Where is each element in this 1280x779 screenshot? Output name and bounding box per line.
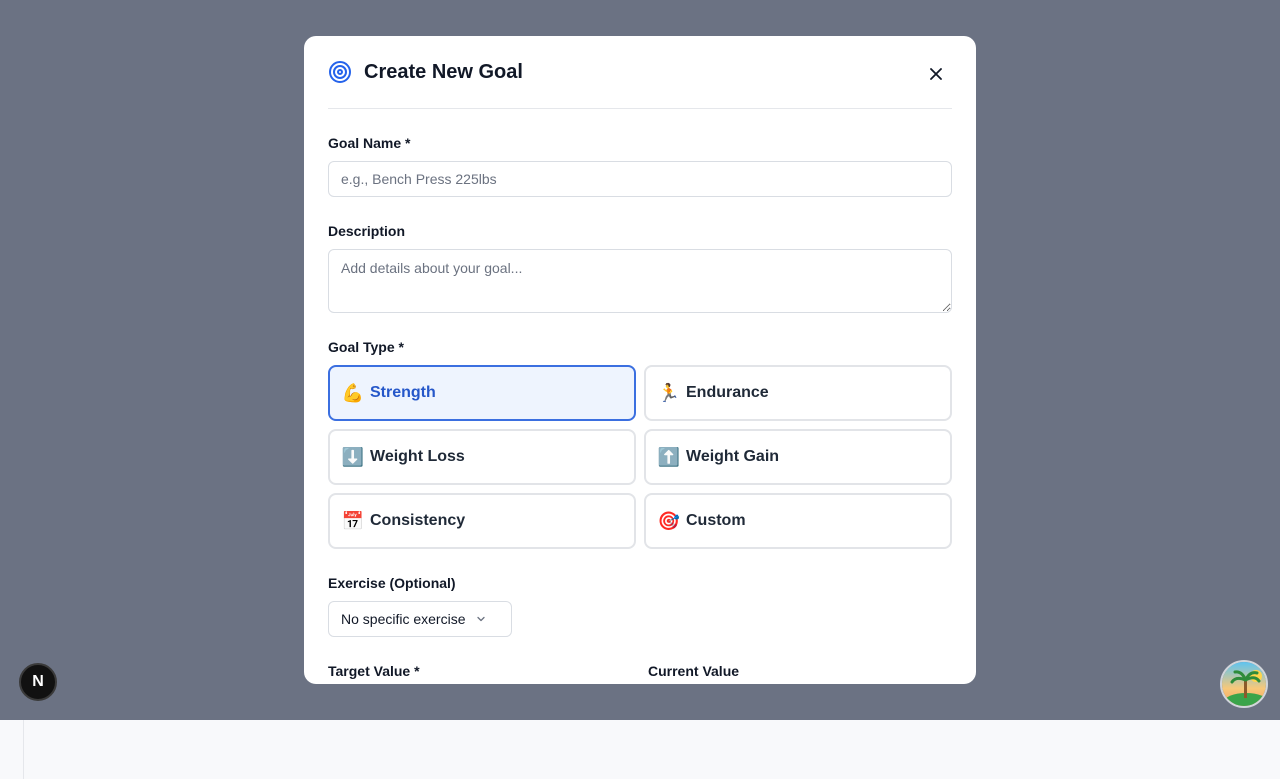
exercise-select-value: No specific exercise — [341, 611, 466, 627]
dialog-title: Create New Goal — [364, 60, 523, 83]
close-button[interactable] — [926, 64, 946, 84]
nextjs-devtools-button[interactable]: N — [19, 663, 57, 701]
target-icon — [329, 61, 351, 83]
goal-type-label-weight-gain: Weight Gain — [686, 448, 780, 465]
current-value-label: Current Value — [648, 663, 740, 679]
goal-type-options: 💪 Strength 🏃 Endurance ⬇️ Weight Loss ⬆️… — [328, 365, 952, 549]
description-textarea[interactable] — [328, 249, 952, 313]
goal-name-input[interactable] — [328, 161, 952, 197]
exercise-label: Exercise (Optional) — [328, 575, 456, 591]
goal-type-label-strength: Strength — [370, 384, 436, 401]
arrow-down-icon: ⬇️ — [341, 446, 365, 467]
goal-type-label-custom: Custom — [686, 512, 746, 529]
chevron-down-icon — [476, 616, 485, 622]
goal-type-label-weight-loss: Weight Loss — [370, 448, 465, 465]
goal-name-label: Goal Name * — [328, 135, 411, 151]
calendar-icon: 📅 — [341, 510, 365, 531]
dialog-header: Create New Goal — [328, 36, 952, 109]
page-background — [0, 720, 1280, 779]
exercise-select[interactable]: No specific exercise — [328, 601, 512, 637]
goal-type-endurance[interactable]: 🏃 Endurance — [644, 365, 952, 421]
goal-type-label-consistency: Consistency — [370, 512, 466, 529]
close-icon — [930, 68, 942, 80]
goal-type-consistency[interactable]: 📅 Consistency — [328, 493, 636, 549]
goal-type-weight-loss[interactable]: ⬇️ Weight Loss — [328, 429, 636, 485]
create-goal-dialog: Create New Goal Goal Name * Description … — [304, 36, 976, 684]
avatar-button[interactable] — [1220, 660, 1268, 708]
description-label: Description — [328, 223, 406, 239]
goal-type-label: Goal Type * — [328, 339, 404, 355]
goal-type-strength[interactable]: 💪 Strength — [328, 365, 636, 421]
arrow-up-icon: ⬆️ — [657, 446, 681, 467]
goal-type-custom[interactable]: 🎯 Custom — [644, 493, 952, 549]
sidebar-edge — [23, 720, 24, 779]
direct-hit-icon: 🎯 — [657, 510, 681, 531]
nextjs-logo-icon: N — [32, 673, 44, 690]
flexed-biceps-icon: 💪 — [341, 382, 365, 403]
target-value-label: Target Value * — [328, 663, 420, 679]
goal-type-weight-gain[interactable]: ⬆️ Weight Gain — [644, 429, 952, 485]
runner-icon: 🏃 — [657, 382, 681, 403]
goal-type-label-endurance: Endurance — [686, 384, 769, 401]
